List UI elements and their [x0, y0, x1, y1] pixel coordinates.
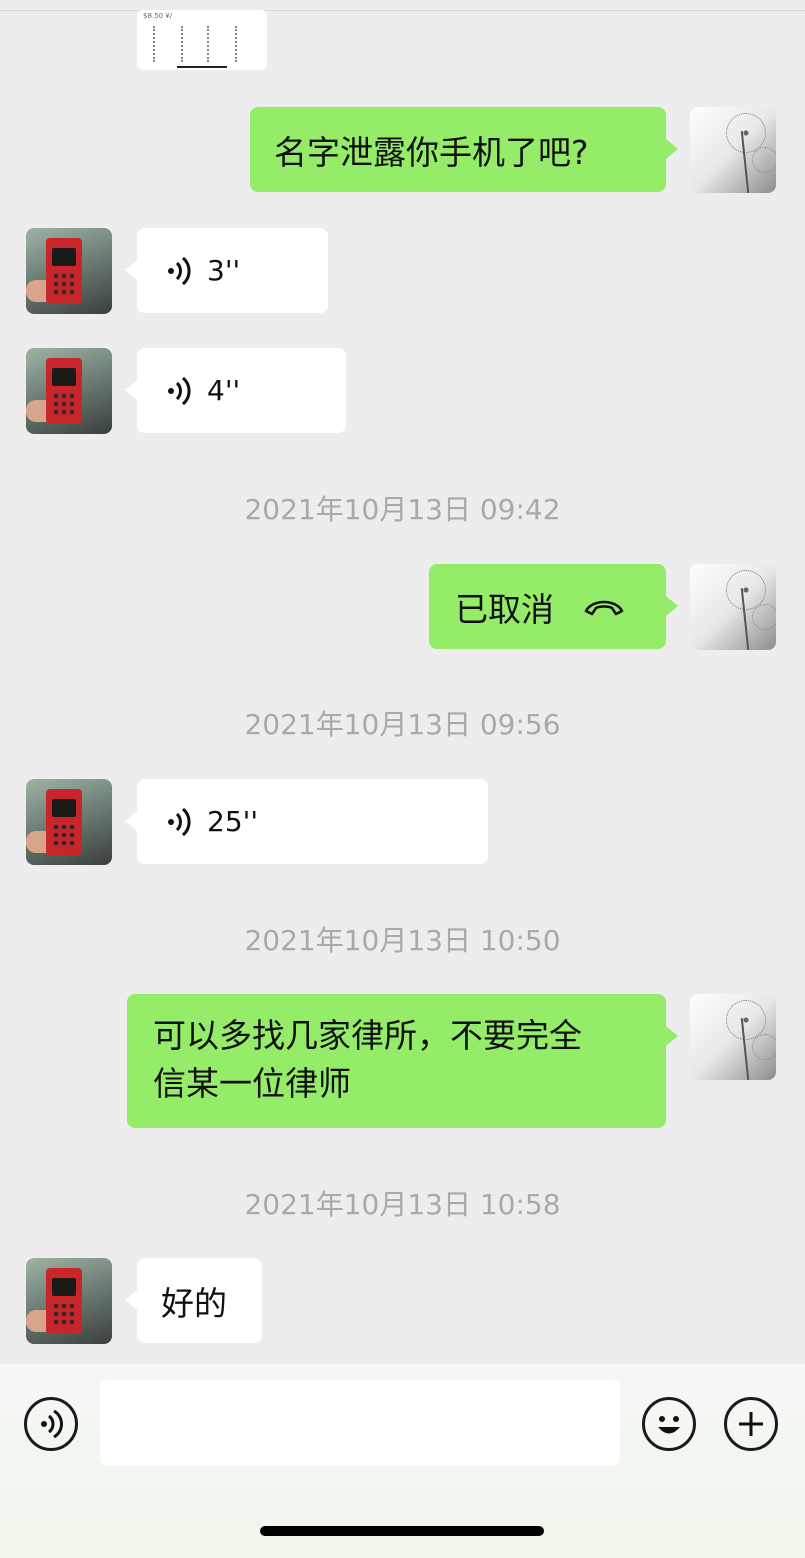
voice-input-icon: [41, 1409, 64, 1439]
call-status-text: 已取消: [455, 589, 554, 629]
peer-avatar[interactable]: [26, 1258, 112, 1344]
avatar-image-detail: [752, 1034, 776, 1060]
message-text-line: 可以多找几家律所，不要完全: [153, 1016, 582, 1055]
thumbnail-column: [153, 26, 155, 62]
incoming-voice-message[interactable]: 3'': [125, 228, 328, 313]
chat-timestamp: 2021年10月13日 10:50: [244, 924, 561, 957]
thumbnail-column: [235, 26, 237, 62]
chat-timestamp: 2021年10月13日 09:42: [244, 493, 561, 526]
peer-avatar[interactable]: [26, 779, 112, 865]
voice-wave-icon: [168, 256, 191, 285]
voice-duration: 4'': [207, 374, 241, 407]
top-divider: [0, 10, 805, 11]
avatar-image-detail: [46, 1268, 82, 1334]
chat-timestamp: 2021年10月13日 10:58: [244, 1188, 561, 1221]
message-text: 名字泄露你手机了吧?: [274, 132, 589, 172]
emoji-button[interactable]: [642, 1397, 696, 1451]
avatar-image-detail: [752, 147, 776, 173]
incoming-voice-message[interactable]: 25'': [125, 779, 488, 864]
thumbnail-caption: $8.50 ¥/: [143, 12, 173, 20]
outgoing-text-message[interactable]: 可以多找几家律所，不要完全 信某一位律师: [127, 994, 678, 1128]
message-text-line: 信某一位律师: [153, 1064, 351, 1103]
outgoing-call-message[interactable]: 已取消: [429, 564, 678, 649]
self-avatar[interactable]: [690, 564, 776, 650]
peer-avatar[interactable]: [26, 228, 112, 314]
voice-input-button[interactable]: [24, 1397, 78, 1451]
thumbnail-column: [207, 26, 209, 62]
avatar-image-detail: [46, 358, 82, 424]
peer-avatar[interactable]: [26, 348, 112, 434]
avatar-image-detail: [752, 604, 776, 630]
add-button[interactable]: [724, 1397, 778, 1451]
outgoing-text-message[interactable]: 名字泄露你手机了吧?: [250, 107, 678, 192]
incoming-voice-message[interactable]: 4'': [125, 348, 346, 433]
voice-wave-icon: [168, 807, 191, 836]
hangup-icon: [584, 600, 624, 615]
incoming-text-message[interactable]: 好的: [125, 1258, 262, 1343]
voice-wave-icon: [168, 376, 191, 405]
self-avatar[interactable]: [690, 107, 776, 193]
home-indicator[interactable]: [260, 1526, 544, 1536]
message-text: 好的: [161, 1283, 227, 1323]
avatar-image-detail: [46, 789, 82, 855]
message-input[interactable]: [100, 1380, 620, 1466]
voice-duration: 25'': [207, 805, 259, 838]
chat-timestamp: 2021年10月13日 09:56: [244, 708, 561, 741]
thumbnail-column: [181, 26, 183, 62]
avatar-image-detail: [46, 238, 82, 304]
self-avatar[interactable]: [690, 994, 776, 1080]
voice-duration: 3'': [207, 254, 241, 287]
thumbnail-underline: [177, 66, 227, 68]
add-icon: [739, 1412, 763, 1436]
image-message-thumbnail[interactable]: $8.50 ¥/: [137, 10, 267, 70]
emoji-icon: [658, 1416, 680, 1434]
